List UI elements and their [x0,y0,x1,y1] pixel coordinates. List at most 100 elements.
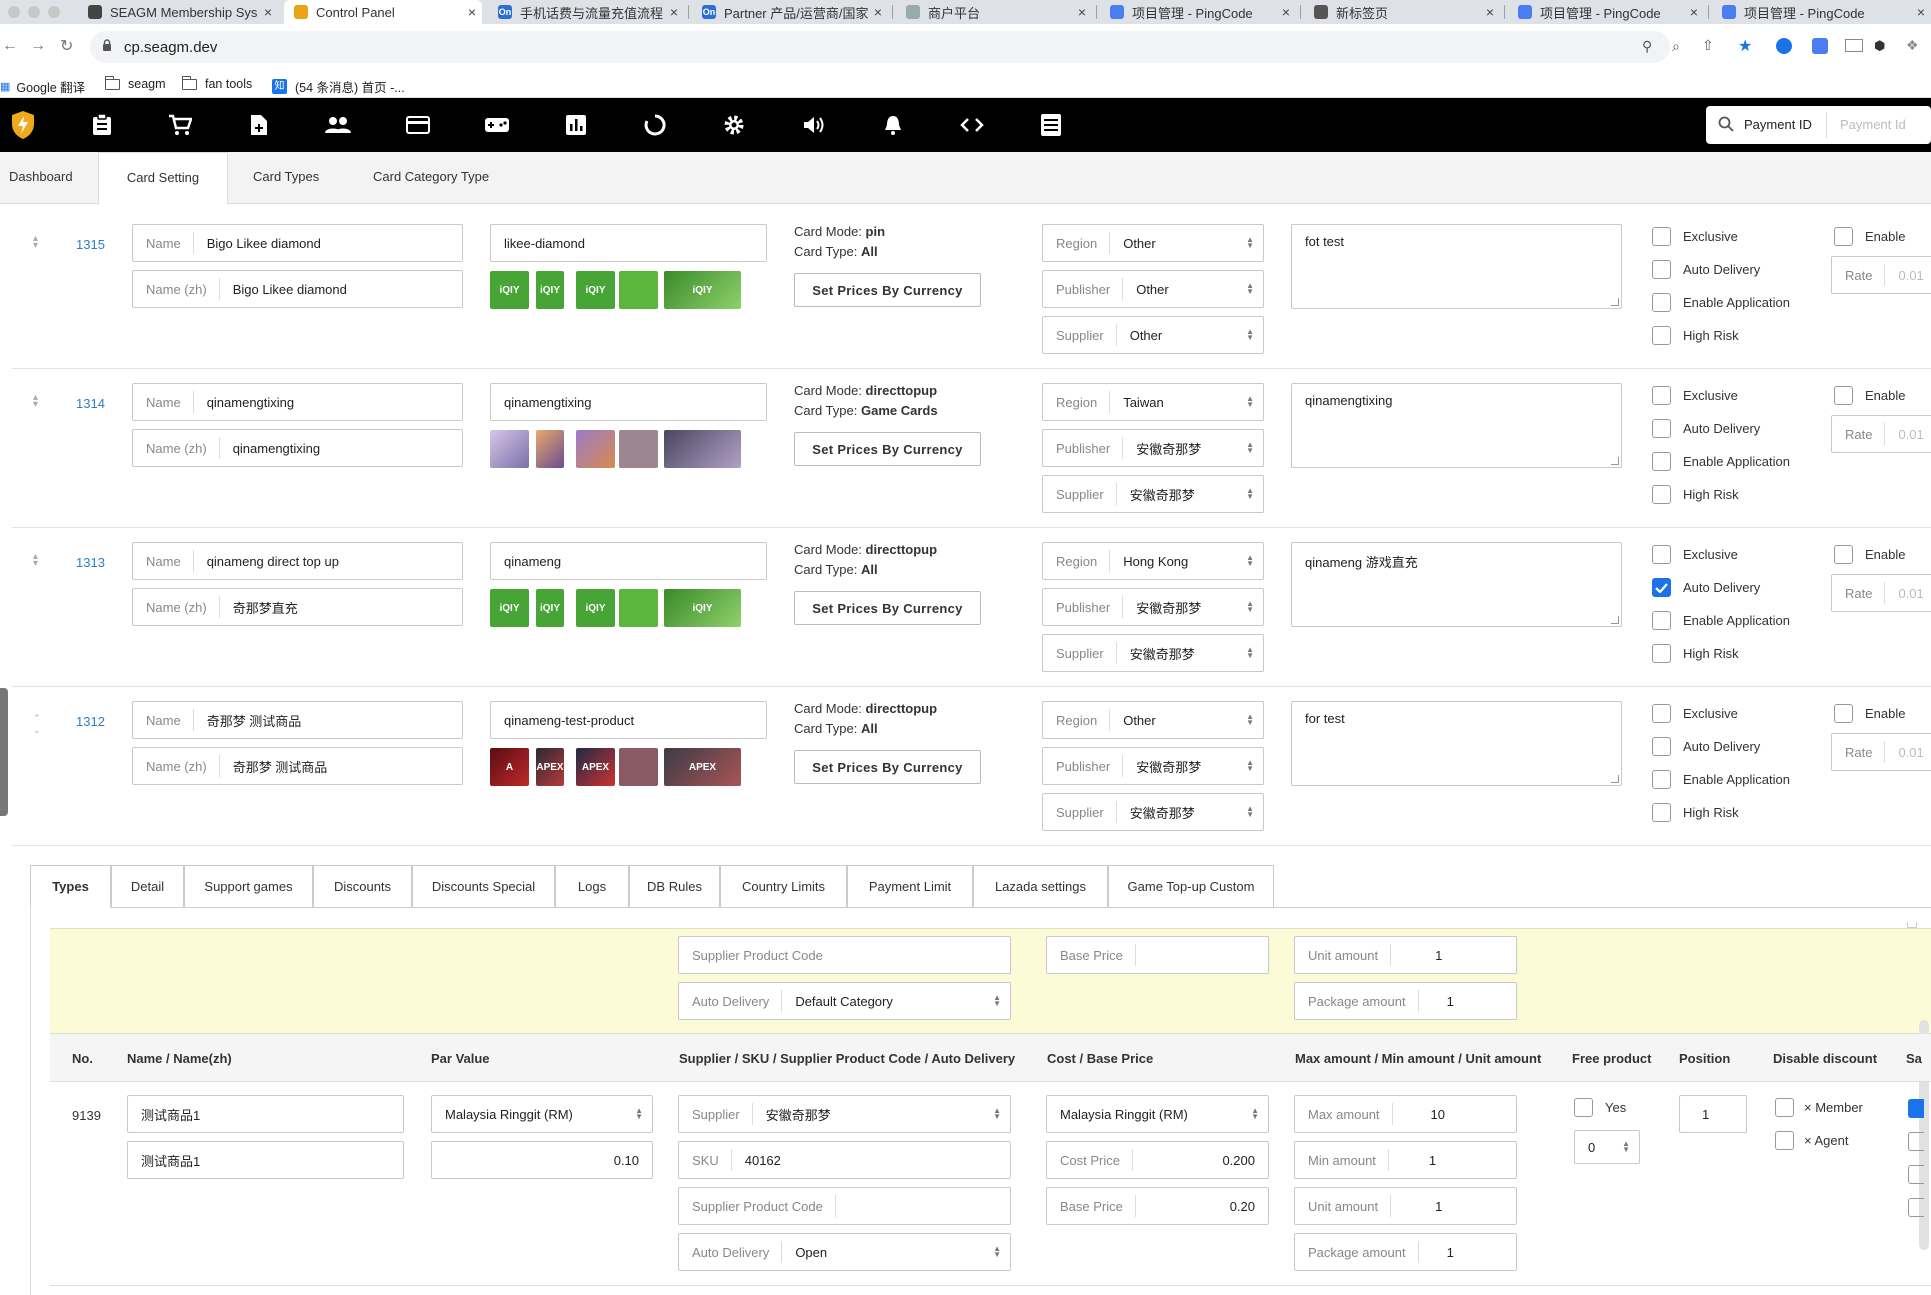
mail-extension-icon[interactable] [1845,39,1863,52]
close-tab-icon[interactable]: × [664,4,684,20]
checkbox-box[interactable] [1652,644,1671,663]
card-name-input[interactable]: Name 奇那梦 测试商品 [132,701,463,739]
tab-country-limits[interactable]: Country Limits [720,865,847,907]
checkbox-box[interactable] [1652,704,1671,723]
free-qty-select[interactable]: 0 ▲ ▼ [1574,1130,1640,1164]
card-name-input[interactable]: Name qinameng direct top up [132,542,463,580]
browser-tab[interactable]: On Partner 产品/运营商/国家 × [692,0,888,24]
users-icon[interactable] [324,111,352,139]
translate-extension-icon[interactable] [1812,38,1828,54]
gear-icon[interactable] [720,111,748,139]
card-thumbnail-image[interactable]: iQIY [490,589,529,627]
bookmark-fan-tools[interactable]: fan tools [182,75,252,91]
card-thumbnail-image[interactable]: APEX [664,748,741,786]
close-tab-icon[interactable]: × [868,4,888,20]
set-prices-button[interactable]: Set Prices By Currency [794,591,981,625]
tab-card-category-type[interactable]: Card Category Type [373,152,489,204]
type-name-input[interactable]: 测试商品1 [127,1095,404,1133]
close-tab-icon[interactable]: × [1480,4,1500,20]
sa-checkbox[interactable] [1908,1198,1924,1217]
close-tab-icon[interactable]: × [1276,4,1296,20]
cost-currency-select[interactable]: Malaysia Ringgit (RM) ▲ ▼ [1046,1095,1269,1133]
app-logo-icon[interactable] [10,110,36,140]
enable-application-checkbox[interactable]: Enable Application [1652,452,1790,471]
type-auto-delivery-select[interactable]: Auto Delivery Open ▲ ▼ [678,1233,1011,1271]
min-amount-input[interactable]: Min amount 1 [1294,1141,1517,1179]
reorder-handle-icon[interactable]: ▴ ▾ [33,552,38,569]
sa-checkbox[interactable] [1908,1132,1924,1151]
checkbox-box[interactable] [1834,545,1853,564]
browser-tab[interactable]: 项目管理 - PingCode × [1100,0,1296,24]
tab-card-types[interactable]: Card Types [253,152,319,204]
checkbox-box[interactable] [1652,227,1671,246]
exclusive-checkbox[interactable]: Exclusive [1652,227,1738,246]
forward-arrow-icon[interactable]: → [30,37,46,55]
checkbox-box[interactable] [1834,227,1853,246]
refresh-circle-icon[interactable] [641,111,669,139]
close-tab-icon[interactable]: × [1072,4,1092,20]
card-thumbnail-image[interactable]: APEX [576,748,615,786]
window-close-dot[interactable] [8,6,20,18]
rate-input[interactable]: Rate 0.01 [1831,415,1931,453]
browser-tab[interactable]: 商户平台 × [896,0,1092,24]
sku-input[interactable]: SKU 40162 [678,1141,1011,1179]
bell-icon[interactable] [879,111,907,139]
checkbox-box[interactable] [1834,704,1853,723]
cart-icon[interactable] [166,111,194,139]
tab-game-top-up-custom[interactable]: Game Top-up Custom [1108,865,1274,907]
payment-search[interactable]: Payment ID Payment Id [1706,106,1931,144]
tab-support-games[interactable]: Support games [184,865,313,907]
card-note-textarea[interactable]: for test [1291,701,1622,786]
region-select[interactable]: Region Taiwan ▲ ▼ [1042,383,1264,421]
card-id-link[interactable]: 1314 [76,396,105,411]
par-value-input[interactable]: 0.10 [431,1141,653,1179]
tab-discounts[interactable]: Discounts [313,865,412,907]
card-slug-input[interactable]: qinamengtixing [490,383,767,421]
checkbox-box[interactable] [1775,1131,1794,1150]
card-note-textarea[interactable]: fot test [1291,224,1622,309]
tab-payment-limit[interactable]: Payment Limit [847,865,973,907]
card-thumbnail-image[interactable] [536,430,564,468]
clipboard-icon[interactable] [88,111,116,139]
checkbox-box[interactable] [1652,452,1671,471]
auto-delivery-checkbox[interactable]: Auto Delivery [1652,578,1760,597]
exclusive-checkbox[interactable]: Exclusive [1652,704,1738,723]
enable-checkbox[interactable]: Enable [1834,704,1905,723]
card-name-input[interactable]: Name qinamengtixing [132,383,463,421]
auto-delivery-checkbox[interactable]: Auto Delivery [1652,260,1760,279]
window-maximize-dot[interactable] [48,6,60,18]
reorder-handle-icon[interactable]: ▴ ▾ [33,234,38,251]
card-slug-input[interactable]: qinameng [490,542,767,580]
publisher-select[interactable]: Publisher Other ▲ ▼ [1042,270,1264,308]
code-icon[interactable] [958,111,986,139]
checkbox-box[interactable] [1775,1098,1794,1117]
type-name-zh-input[interactable]: 测试商品1 [127,1141,404,1179]
url-field[interactable]: cp.seagm.dev [90,31,1670,63]
cost-price-input[interactable]: Cost Price 0.200 [1046,1141,1269,1179]
auto-delivery-select[interactable]: Auto Delivery Default Category ▲ ▼ [678,982,1011,1020]
region-select[interactable]: Region Hong Kong ▲ ▼ [1042,542,1264,580]
set-prices-button[interactable]: Set Prices By Currency [794,273,981,307]
card-thumbnail-image[interactable]: iQIY [664,271,741,309]
checkbox-box[interactable] [1574,1098,1593,1117]
browser-tab[interactable]: Control Panel × [284,0,482,24]
browser-tab[interactable]: 新标签页 × [1304,0,1500,24]
checkbox-box[interactable] [1652,293,1671,312]
unit-amount-field[interactable]: Unit amount 1 [1294,936,1517,974]
publisher-select[interactable]: Publisher 安徽奇那梦 ▲ ▼ [1042,588,1264,626]
checkbox-box[interactable] [1834,386,1853,405]
enable-checkbox[interactable]: Enable [1834,545,1905,564]
max-amount-input[interactable]: Max amount 10 [1294,1095,1517,1133]
checkbox-box[interactable] [1652,578,1671,597]
left-scroll-handle[interactable] [0,688,8,816]
bookmark-star-icon[interactable]: ★ [1738,36,1752,56]
card-name-zh-input[interactable]: Name (zh) Bigo Likee diamond [132,270,463,308]
card-thumbnail-image[interactable] [619,430,658,468]
bookmark-zhihu[interactable]: 知 (54 条消息) 首页 -... [272,77,405,96]
card-thumbnail-image[interactable]: iQIY [490,271,529,309]
card-thumbnail-image[interactable] [664,430,741,468]
base-price-field[interactable]: Base Price [1046,936,1269,974]
supplier-select[interactable]: Supplier 安徽奇那梦 ▲ ▼ [1042,793,1264,831]
search-scope-label[interactable]: Payment ID [1744,117,1812,132]
supplier-select[interactable]: Supplier 安徽奇那梦 ▲ ▼ [1042,634,1264,672]
